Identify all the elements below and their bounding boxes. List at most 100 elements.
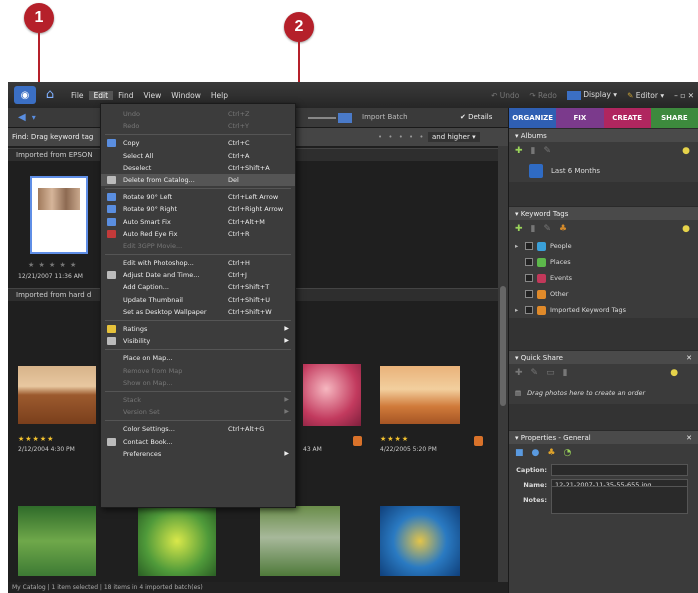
- photo-thumb-family[interactable]: [30, 176, 88, 254]
- share-edit-icon[interactable]: ✎: [531, 368, 539, 378]
- rating-filter-select[interactable]: and higher ▾: [428, 132, 480, 142]
- edit-tag-icon[interactable]: ✎: [544, 224, 552, 234]
- history-icon[interactable]: ◔: [563, 448, 571, 458]
- quick-share-close-icon[interactable]: ✕: [686, 351, 692, 365]
- properties-header[interactable]: ▾ Properties - General ✕: [509, 430, 698, 444]
- tag-row-other[interactable]: Other: [509, 286, 698, 302]
- menu-item-show-on-map[interactable]: Show on Map...: [101, 377, 295, 389]
- menu-window[interactable]: Window: [166, 91, 206, 100]
- keyword-tags-header[interactable]: ▾ Keyword Tags: [509, 206, 698, 220]
- editor-button[interactable]: ✎ Editor ▾: [627, 91, 664, 100]
- tag-row-people[interactable]: ▸ People: [509, 238, 698, 254]
- tags-info-icon[interactable]: ♣: [547, 448, 555, 458]
- app-logo-icon[interactable]: ◉: [14, 86, 36, 104]
- tag-options-icon[interactable]: ♣: [559, 224, 567, 234]
- menu-item-stack[interactable]: Stack ▶: [101, 394, 295, 406]
- tag-row-imported[interactable]: ▸ Imported Keyword Tags: [509, 302, 698, 318]
- tab-fix[interactable]: FIX: [556, 108, 604, 128]
- delete-tag-icon[interactable]: ▮: [531, 224, 536, 234]
- menu-item-contact-book[interactable]: Contact Book...: [101, 436, 295, 448]
- expand-arrow-icon[interactable]: ▸: [515, 306, 521, 314]
- menu-find[interactable]: Find: [113, 91, 138, 100]
- menu-item-deselect[interactable]: Deselect Ctrl+Shift+A: [101, 162, 295, 174]
- photo-thumb-flower[interactable]: [303, 364, 361, 426]
- photo-thumb-forest[interactable]: [18, 506, 96, 576]
- tag-checkbox[interactable]: [525, 258, 533, 266]
- menu-item-update-thumbnail[interactable]: Update Thumbnail Ctrl+Shift+U: [101, 294, 295, 306]
- photo-2-stars[interactable]: ★★★★★: [18, 435, 54, 443]
- home-icon[interactable]: ⌂: [42, 87, 58, 103]
- tag-row-events[interactable]: Events: [509, 270, 698, 286]
- tag-checkbox[interactable]: [525, 290, 533, 298]
- menu-item-undo[interactable]: Undo Ctrl+Z: [101, 108, 295, 120]
- share-delete-icon[interactable]: ▮: [563, 368, 568, 378]
- add-tag-icon[interactable]: ✚: [515, 224, 523, 234]
- menu-item-auto-red-eye-fix[interactable]: Auto Red Eye Fix Ctrl+R: [101, 228, 295, 240]
- album-item[interactable]: Last 6 Months: [509, 160, 698, 182]
- photo-thumb-canyon[interactable]: [18, 366, 96, 424]
- tag-checkbox[interactable]: [525, 274, 533, 282]
- menu-item-color-settings[interactable]: Color Settings... Ctrl+Alt+G: [101, 423, 295, 435]
- tag-checkbox[interactable]: [525, 306, 533, 314]
- properties-close-icon[interactable]: ✕: [686, 431, 692, 445]
- delete-album-icon[interactable]: ▮: [531, 146, 536, 156]
- display-button[interactable]: Display ▾: [566, 90, 617, 100]
- zoom-slider[interactable]: [308, 117, 336, 119]
- tag-row-places[interactable]: Places: [509, 254, 698, 270]
- albums-tip-icon[interactable]: ●: [682, 146, 690, 156]
- dropdown-arrow-icon[interactable]: ▾: [32, 113, 36, 122]
- photo-1-stars[interactable]: ★ ★ ★ ★ ★: [28, 261, 77, 269]
- menu-item-edit-with-photoshop[interactable]: Edit with Photoshop... Ctrl+H: [101, 257, 295, 269]
- menu-file[interactable]: File: [66, 91, 89, 100]
- menu-item-ratings[interactable]: Ratings ▶: [101, 323, 295, 335]
- general-info-icon[interactable]: ■: [515, 448, 524, 458]
- menu-item-rotate-90-left[interactable]: Rotate 90° Left Ctrl+Left Arrow: [101, 191, 295, 203]
- grid-scrollbar[interactable]: [498, 146, 508, 582]
- redo-button[interactable]: ↷ Redo: [529, 91, 557, 100]
- notes-field[interactable]: [551, 485, 688, 514]
- share-tip-icon[interactable]: ●: [670, 368, 678, 378]
- rating-filter-stars[interactable]: • • • • •: [378, 133, 426, 141]
- tab-create[interactable]: CREATE: [603, 108, 651, 128]
- menu-item-auto-smart-fix[interactable]: Auto Smart Fix Ctrl+Alt+M: [101, 216, 295, 228]
- details-checkbox[interactable]: ✔ Details: [460, 113, 492, 121]
- keyword-tip-icon[interactable]: ●: [682, 224, 690, 234]
- menu-view[interactable]: View: [138, 91, 166, 100]
- window-controls[interactable]: – ▫ ✕: [674, 91, 694, 100]
- menu-item-edit-3gpp-movie[interactable]: Edit 3GPP Movie...: [101, 240, 295, 252]
- menu-edit[interactable]: Edit: [88, 90, 114, 100]
- menu-item-place-on-map[interactable]: Place on Map...: [101, 352, 295, 364]
- photo-thumb-turtle[interactable]: [380, 506, 460, 576]
- import-batch-label[interactable]: Import Batch: [362, 113, 408, 121]
- metadata-icon[interactable]: ●: [532, 448, 540, 458]
- menu-item-rotate-90-right[interactable]: Rotate 90° Right Ctrl+Right Arrow: [101, 203, 295, 215]
- photo-thumb-stream[interactable]: [260, 506, 340, 576]
- albums-header[interactable]: ▾ Albums: [509, 128, 698, 142]
- tab-share[interactable]: SHARE: [650, 108, 698, 128]
- expand-arrow-icon[interactable]: ▸: [515, 242, 521, 250]
- menu-item-redo[interactable]: Redo Ctrl+Y: [101, 120, 295, 132]
- photo-4-stars[interactable]: ★★★★: [380, 435, 409, 443]
- tab-organize[interactable]: ORGANIZE: [509, 108, 557, 128]
- quick-share-header[interactable]: ▾ Quick Share ✕: [509, 350, 698, 364]
- menu-item-add-caption[interactable]: Add Caption... Ctrl+Shift+T: [101, 281, 295, 293]
- menu-item-copy[interactable]: Copy Ctrl+C: [101, 137, 295, 149]
- tag-checkbox[interactable]: [525, 242, 533, 250]
- undo-button[interactable]: ↶ Undo: [491, 91, 519, 100]
- single-photo-view-icon[interactable]: [338, 113, 352, 123]
- menu-item-preferences[interactable]: Preferences ▶: [101, 448, 295, 460]
- photo-thumb-plant[interactable]: [138, 506, 216, 576]
- menu-item-visibility[interactable]: Visibility ▶: [101, 335, 295, 347]
- menu-item-select-all[interactable]: Select All Ctrl+A: [101, 150, 295, 162]
- quick-share-drop-zone[interactable]: ▤ Drag photos here to create an order: [509, 382, 698, 404]
- share-mail-icon[interactable]: ▭: [546, 368, 555, 378]
- caption-field[interactable]: [551, 463, 688, 476]
- menu-item-version-set[interactable]: Version Set ▶: [101, 406, 295, 418]
- edit-album-icon[interactable]: ✎: [544, 146, 552, 156]
- share-add-icon[interactable]: ✚: [515, 368, 523, 378]
- grid-scroll-thumb[interactable]: [500, 286, 506, 406]
- back-arrow-icon[interactable]: ◀: [18, 112, 26, 123]
- menu-item-delete-from-catalog[interactable]: Delete from Catalog... Del: [101, 173, 295, 187]
- menu-item-remove-from-map[interactable]: Remove from Map: [101, 365, 295, 377]
- photo-thumb-desert[interactable]: [380, 366, 460, 424]
